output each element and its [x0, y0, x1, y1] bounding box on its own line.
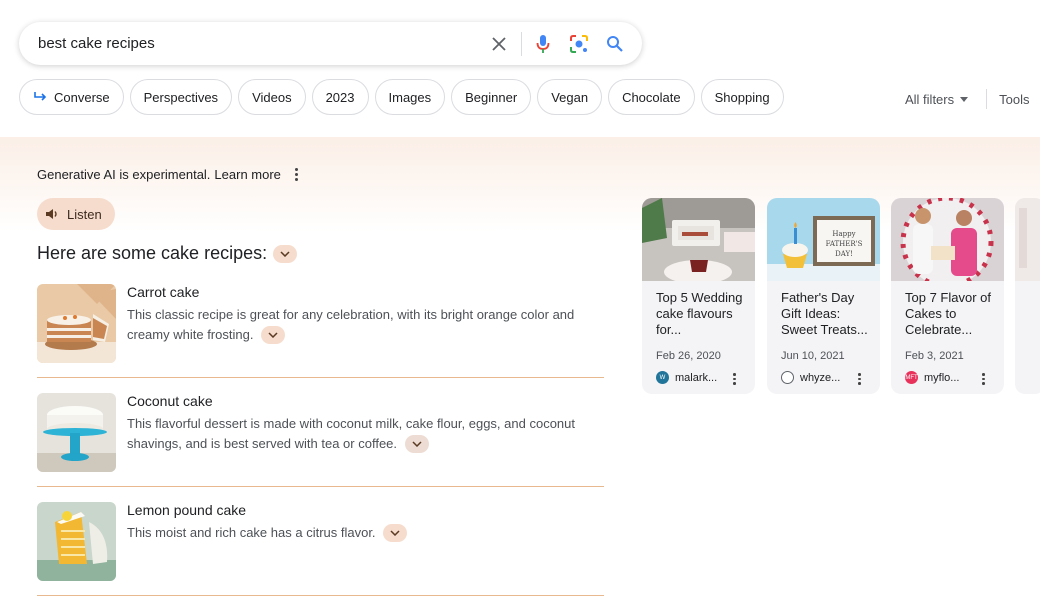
svg-text:Happy: Happy	[832, 230, 855, 238]
chip-label: Shopping	[714, 89, 770, 105]
chip-label: Vegan	[551, 89, 589, 105]
recipe-description: This flavorful dessert is made with coco…	[127, 414, 597, 454]
tools-button[interactable]: Tools	[999, 92, 1029, 107]
ai-heading: Here are some cake recipes:	[37, 243, 298, 264]
listen-button[interactable]: Listen	[37, 198, 115, 230]
chip-label: Converse	[54, 89, 110, 105]
search-divider	[521, 32, 522, 56]
search-bar[interactable]: best cake recipes	[19, 22, 642, 65]
learn-more-link[interactable]: Learn more	[214, 167, 280, 182]
filter-chips: Converse Perspectives Videos 2023 Images…	[19, 79, 784, 115]
card-source: MFT myflo...	[905, 371, 959, 384]
search-icon[interactable]	[604, 33, 626, 55]
experimental-text: Generative AI is experimental.	[37, 167, 211, 182]
more-options-icon[interactable]	[982, 373, 985, 385]
recipe-item-carrot-cake[interactable]: Carrot cake This classic recipe is great…	[37, 284, 604, 378]
all-filters-button[interactable]: All filters	[905, 92, 954, 107]
source-card-partial[interactable]	[1015, 198, 1040, 394]
carrot-cake-image	[37, 284, 116, 363]
lemon-pound-cake-image	[37, 502, 116, 581]
card-title[interactable]: Top 5 Wedding cake flavours for...	[656, 290, 748, 338]
chip-beginner[interactable]: Beginner	[451, 79, 532, 115]
chip-images[interactable]: Images	[374, 79, 446, 115]
close-icon[interactable]	[488, 33, 510, 55]
chip-label: Chocolate	[622, 89, 681, 105]
chip-label: 2023	[325, 89, 355, 105]
chip-vegan[interactable]: Vegan	[537, 79, 603, 115]
caret-down-icon	[960, 96, 969, 102]
source-card[interactable]: Top 5 Wedding cake flavours for... Feb 2…	[642, 198, 755, 394]
chip-videos[interactable]: Videos	[238, 79, 306, 115]
source-card[interactable]: Happy FATHER'S DAY! Father's Day Gift Id…	[767, 198, 880, 394]
wedding-cake-image	[642, 198, 755, 281]
divider	[37, 377, 604, 378]
chip-label: Images	[388, 89, 432, 105]
svg-text:DAY!: DAY!	[835, 250, 853, 258]
card-date: Jun 10, 2021	[781, 350, 845, 362]
chip-label: Beginner	[465, 89, 518, 105]
listen-label: Listen	[67, 206, 102, 222]
ai-heading-text: Here are some cake recipes:	[37, 243, 268, 263]
converse-arrow-icon	[33, 91, 47, 103]
chip-2023[interactable]: 2023	[311, 79, 369, 115]
divider	[37, 595, 604, 596]
recipe-title[interactable]: Coconut cake	[127, 393, 213, 409]
card-title[interactable]: Top 7 Flavor of Cakes to Celebrate...	[905, 290, 997, 338]
card-source-name: whyze...	[800, 371, 841, 384]
chevron-down-icon[interactable]	[273, 244, 298, 263]
recipe-description-text: This classic recipe is great for any cel…	[127, 307, 575, 342]
speaker-icon	[45, 208, 59, 220]
card-source: W malark...	[656, 371, 717, 384]
chevron-down-icon[interactable]	[383, 523, 408, 542]
more-options-icon[interactable]	[858, 373, 861, 385]
chevron-down-icon[interactable]	[404, 434, 429, 453]
mic-icon[interactable]	[532, 33, 554, 55]
recipe-title[interactable]: Lemon pound cake	[127, 502, 246, 518]
myflowertree-icon: MFT	[905, 371, 918, 384]
search-input[interactable]: best cake recipes	[38, 35, 155, 52]
chip-shopping[interactable]: Shopping	[700, 79, 784, 115]
chip-chocolate[interactable]: Chocolate	[608, 79, 695, 115]
card-source-name: malark...	[675, 371, 718, 384]
source-card[interactable]: Top 7 Flavor of Cakes to Celebrate... Fe…	[891, 198, 1004, 394]
recipe-description-text: This flavorful dessert is made with coco…	[127, 416, 575, 451]
fathers-day-image: Happy FATHER'S DAY!	[767, 198, 880, 281]
wordpress-icon: W	[656, 371, 669, 384]
coconut-cake-image	[37, 393, 116, 472]
more-options-icon[interactable]	[733, 373, 736, 385]
recipe-item-lemon-pound-cake[interactable]: Lemon pound cake This moist and rich cak…	[37, 502, 604, 596]
chevron-down-icon[interactable]	[261, 325, 286, 344]
recipe-description: This classic recipe is great for any cel…	[127, 305, 597, 345]
divider	[37, 486, 604, 487]
lens-icon[interactable]	[568, 33, 590, 55]
recipe-description-text: This moist and rich cake has a citrus fl…	[127, 525, 376, 540]
recipe-item-coconut-cake[interactable]: Coconut cake This flavorful dessert is m…	[37, 393, 604, 487]
recipe-description: This moist and rich cake has a citrus fl…	[127, 523, 597, 543]
recipe-title[interactable]: Carrot cake	[127, 284, 199, 300]
ai-experimental-notice: Generative AI is experimental. Learn mor…	[37, 167, 298, 182]
chip-perspectives[interactable]: Perspectives	[129, 79, 233, 115]
card-date: Feb 26, 2020	[656, 350, 721, 362]
filters-bar: All filters Tools	[905, 89, 1029, 109]
card-date: Feb 3, 2021	[905, 350, 964, 362]
chip-converse[interactable]: Converse	[19, 79, 124, 115]
chip-label: Perspectives	[143, 89, 219, 105]
search-results-page: best cake recipes Converse Perspectives …	[0, 0, 1040, 604]
svg-text:FATHER'S: FATHER'S	[826, 240, 863, 248]
more-options-icon[interactable]	[294, 168, 298, 181]
filters-divider	[986, 89, 988, 109]
site-icon	[781, 371, 794, 384]
flavor-cakes-image	[891, 198, 1004, 281]
card-source-name: myflo...	[924, 371, 960, 384]
card-title[interactable]: Father's Day Gift Ideas: Sweet Treats...	[781, 290, 873, 338]
card-source: whyze...	[781, 371, 840, 384]
chip-label: Videos	[252, 89, 292, 105]
